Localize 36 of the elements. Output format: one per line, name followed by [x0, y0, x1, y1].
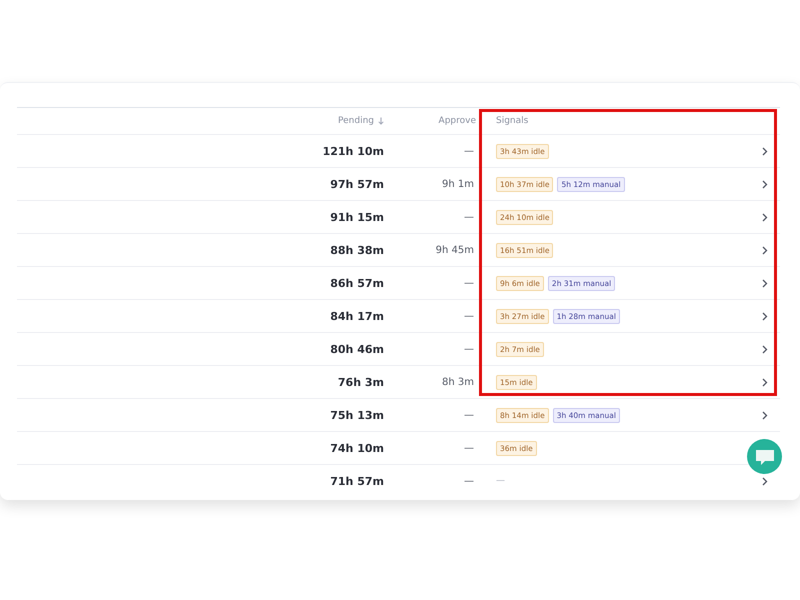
pending-time: 86h 57m	[330, 276, 384, 290]
column-header[interactable]: Signals	[496, 116, 528, 126]
chevron-right-icon[interactable]	[762, 180, 768, 188]
pending-time: 84h 17m	[330, 310, 384, 322]
empty-signal: —	[496, 476, 505, 486]
approved-time: 9h 1m	[442, 178, 474, 190]
column-header[interactable]: Approve	[438, 116, 476, 126]
pending-time: 75h 13m	[330, 408, 384, 422]
chevron-right-icon[interactable]	[762, 278, 768, 288]
column-header[interactable]: Pending	[338, 116, 374, 126]
approved-time: —	[464, 476, 474, 486]
approved-time: —	[464, 278, 474, 288]
pending-time: 91h 15m	[330, 210, 384, 224]
chevron-right-icon[interactable]	[762, 312, 768, 320]
approved-time: —	[464, 344, 474, 354]
approved-time: —	[464, 442, 474, 454]
approved-time: —	[464, 310, 474, 322]
chevron-right-icon[interactable]	[762, 476, 768, 486]
pending-time: 74h 10m	[330, 442, 384, 454]
chevron-right-icon[interactable]	[762, 378, 768, 386]
pending-time: 80h 46m	[330, 342, 384, 356]
chevron-right-icon[interactable]	[762, 212, 768, 222]
approved-time: —	[464, 410, 474, 420]
approved-time: —	[464, 146, 474, 156]
pending-time: 76h 3m	[338, 376, 384, 388]
pending-time: 97h 57m	[330, 178, 384, 190]
pending-time: 88h 38m	[330, 244, 384, 256]
approved-time: 8h 3m	[442, 376, 474, 388]
chevron-right-icon[interactable]	[762, 146, 768, 156]
chevron-right-icon[interactable]	[762, 344, 768, 354]
approved-time: —	[464, 212, 474, 222]
pending-time: 121h 10m	[322, 144, 384, 158]
pending-time: 71h 57m	[330, 474, 384, 488]
chevron-right-icon[interactable]	[762, 410, 768, 420]
approved-time: 9h 45m	[436, 244, 474, 256]
chevron-right-icon[interactable]	[762, 246, 768, 254]
